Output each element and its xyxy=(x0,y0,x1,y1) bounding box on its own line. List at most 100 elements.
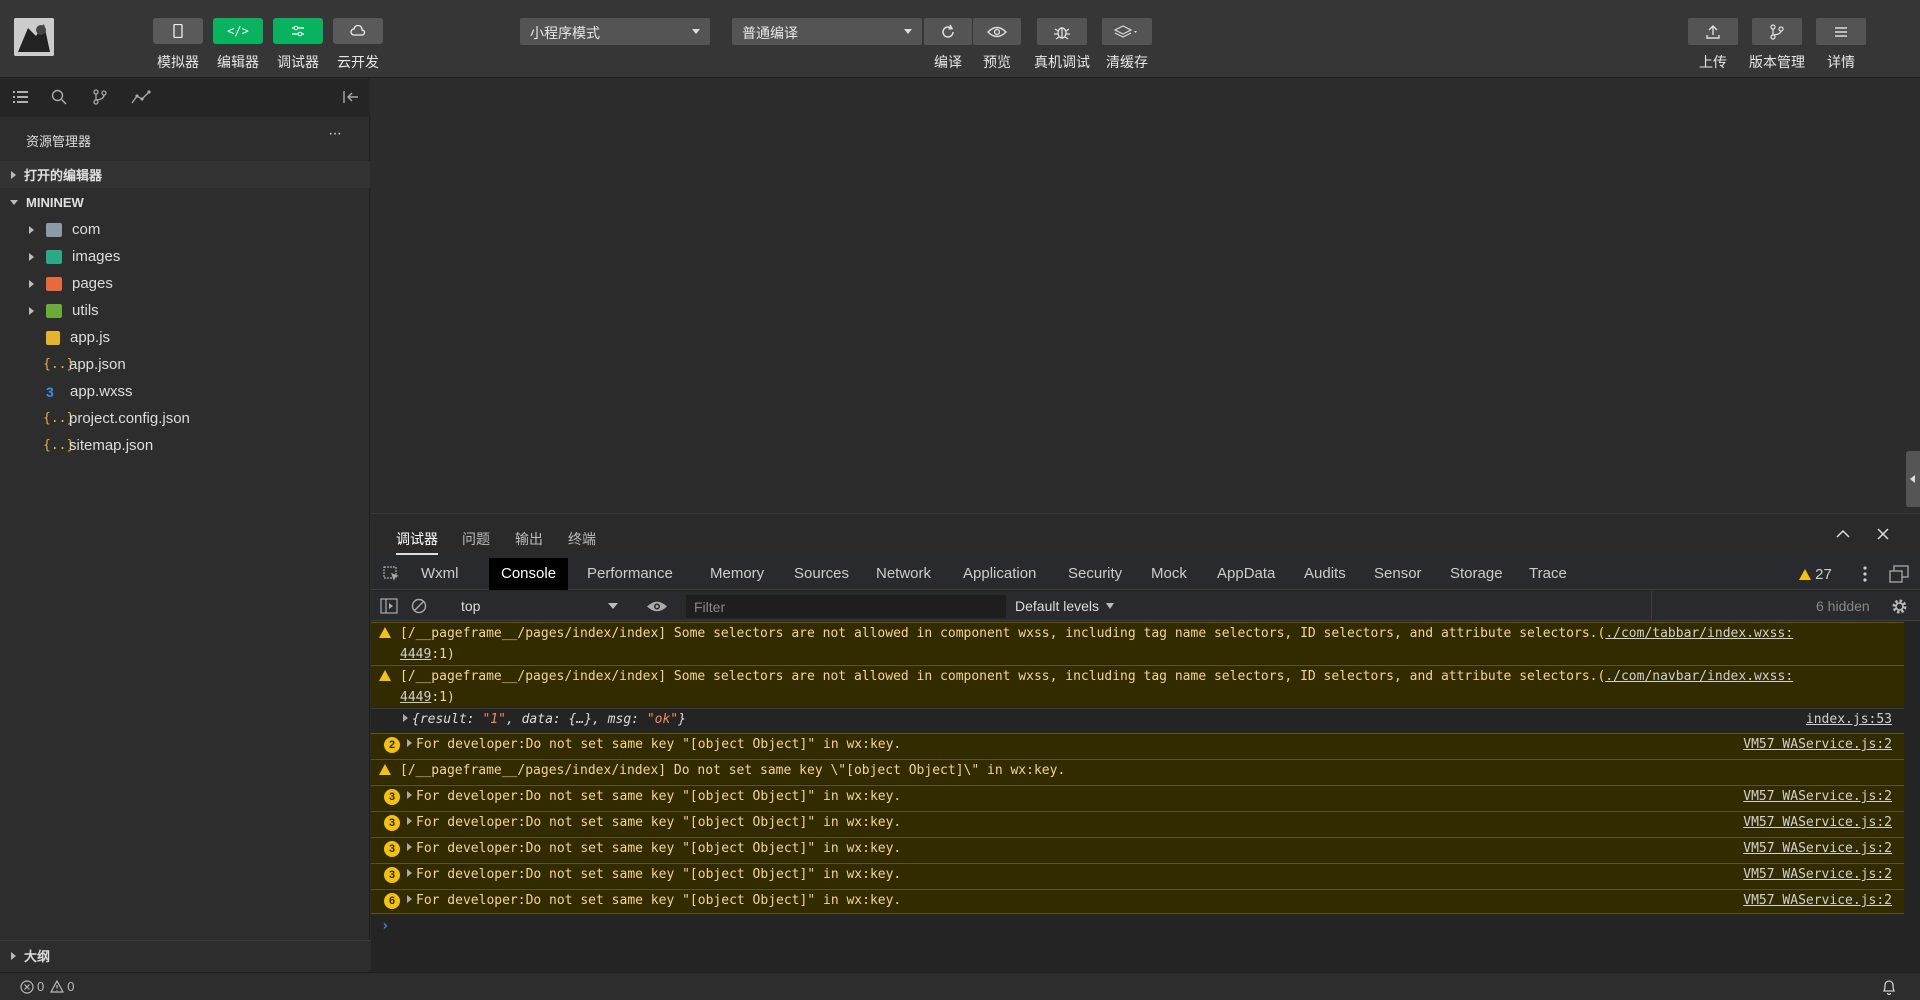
more-icon[interactable]: ··· xyxy=(328,125,342,143)
tab-problems[interactable]: 问题 xyxy=(462,529,490,549)
source-link[interactable]: ./com/tabbar/index.wxss: xyxy=(1605,626,1793,641)
tree-item-app-json[interactable]: {..} app.json xyxy=(0,351,370,378)
tab-storage[interactable]: Storage xyxy=(1438,558,1515,590)
console-prompt-icon[interactable]: › xyxy=(381,918,389,934)
undock-icon[interactable] xyxy=(1889,565,1909,583)
tree-item-app-wxss[interactable]: 3 app.wxss xyxy=(0,378,370,405)
gear-icon[interactable] xyxy=(1891,598,1908,615)
tab-mock[interactable]: Mock xyxy=(1139,558,1199,590)
search-icon[interactable] xyxy=(51,89,67,105)
console-warning[interactable]: [/__pageframe__/pages/index/index] Some … xyxy=(371,665,1904,707)
tab-appdata[interactable]: AppData xyxy=(1205,558,1287,590)
close-icon[interactable] xyxy=(1877,528,1889,540)
editor-button[interactable]: </> xyxy=(213,18,263,44)
tab-application[interactable]: Application xyxy=(951,558,1048,590)
source-link[interactable]: VM57 WAService.js:2 xyxy=(1743,838,1892,859)
project-section[interactable]: MININEW xyxy=(0,189,370,216)
chevron-down-icon[interactable] xyxy=(608,603,618,609)
console-warning-group[interactable]: 3 For developer:Do not set same key "[ob… xyxy=(371,811,1904,836)
clear-cache-button[interactable] xyxy=(1102,18,1152,45)
mode-select[interactable]: 小程序模式 xyxy=(520,18,710,45)
tab-trace[interactable]: Trace xyxy=(1517,558,1579,590)
source-link[interactable]: ./com/navbar/index.wxss: xyxy=(1605,669,1793,684)
tab-network[interactable]: Network xyxy=(864,558,943,590)
tab-console[interactable]: Console xyxy=(489,558,569,590)
tab-wxml[interactable]: Wxml xyxy=(409,558,471,590)
chevron-up-icon[interactable] xyxy=(1836,529,1850,539)
upload-button[interactable] xyxy=(1688,18,1738,45)
source-link[interactable]: VM57 WAService.js:2 xyxy=(1743,864,1892,885)
graph-icon[interactable] xyxy=(131,90,151,104)
avatar[interactable] xyxy=(14,18,54,56)
compile-button[interactable] xyxy=(924,18,972,45)
source-link[interactable]: index.js:53 xyxy=(1806,709,1892,730)
console-warning-group[interactable]: 6 For developer:Do not set same key "[ob… xyxy=(371,889,1904,914)
expand-icon[interactable] xyxy=(407,791,412,799)
preview-button[interactable] xyxy=(973,18,1021,45)
filter-input[interactable]: Filter xyxy=(686,595,1006,618)
tree-item-app-js[interactable]: app.js xyxy=(0,324,370,351)
context-select[interactable]: top xyxy=(461,598,480,614)
expand-icon[interactable] xyxy=(407,895,412,903)
list-icon[interactable] xyxy=(13,90,29,104)
tree-item-sitemap[interactable]: {..} sitemap.json xyxy=(0,432,370,459)
compile-select[interactable]: 普通编译 xyxy=(732,18,922,45)
tab-sensor[interactable]: Sensor xyxy=(1362,558,1434,590)
expand-icon[interactable] xyxy=(407,869,412,877)
kebab-menu-icon[interactable] xyxy=(1863,566,1867,582)
source-link[interactable]: VM57 WAService.js:2 xyxy=(1743,786,1892,807)
tree-item-pages[interactable]: pages xyxy=(0,270,370,297)
version-button[interactable] xyxy=(1752,18,1802,45)
message-text: For developer:Do not set same key "[obje… xyxy=(416,815,902,830)
console-log[interactable]: {result: "1", data: {…}, msg: "ok"} inde… xyxy=(371,708,1904,732)
tab-audits[interactable]: Audits xyxy=(1292,558,1358,590)
tree-item-project-config[interactable]: {..} project.config.json xyxy=(0,405,370,432)
tab-debugger[interactable]: 调试器 xyxy=(396,529,438,555)
log-levels-select[interactable]: Default levels xyxy=(1015,598,1114,614)
source-link[interactable]: VM57 WAService.js:2 xyxy=(1743,812,1892,833)
console-warning-group[interactable]: 3 For developer:Do not set same key "[ob… xyxy=(371,863,1904,888)
cloud-dev-button[interactable] xyxy=(333,18,383,44)
images-folder-icon xyxy=(46,249,62,264)
console-warning-group[interactable]: 3 For developer:Do not set same key "[ob… xyxy=(371,837,1904,862)
editor-area[interactable] xyxy=(371,79,1920,512)
console-warning[interactable]: [/__pageframe__/pages/index/index] Some … xyxy=(371,622,1904,664)
expand-icon[interactable] xyxy=(407,817,412,825)
remote-debug-button[interactable] xyxy=(1037,18,1087,45)
problems-summary[interactable]: 0 0 xyxy=(20,979,74,994)
simulator-button[interactable] xyxy=(153,18,203,44)
debugger-button[interactable] xyxy=(273,18,323,44)
source-link[interactable]: VM57 WAService.js:2 xyxy=(1743,890,1892,911)
tree-item-com[interactable]: com xyxy=(0,216,370,243)
console-warning[interactable]: [/__pageframe__/pages/index/index] Do no… xyxy=(371,759,1904,784)
details-button[interactable] xyxy=(1816,18,1866,45)
sidebar-toggle-icon[interactable] xyxy=(380,598,398,614)
source-link[interactable]: VM57 WAService.js:2 xyxy=(1743,734,1892,755)
source-link-line[interactable]: 4449 xyxy=(400,690,431,705)
collapse-sidebar-icon[interactable] xyxy=(343,90,359,104)
tab-memory[interactable]: Memory xyxy=(698,558,776,590)
console-warning-group[interactable]: 2 For developer:Do not set same key "[ob… xyxy=(371,733,1904,758)
bell-icon[interactable] xyxy=(1882,979,1896,995)
warning-counter[interactable]: 27 xyxy=(1799,566,1832,583)
expand-icon[interactable] xyxy=(407,739,412,747)
inspect-icon[interactable] xyxy=(383,566,401,582)
eye-icon[interactable] xyxy=(646,600,668,613)
console-output[interactable]: 4449:1) [/__pageframe__/pages/index/inde… xyxy=(371,622,1920,973)
tab-terminal[interactable]: 终端 xyxy=(568,529,596,549)
open-editors-section[interactable]: 打开的编辑器 xyxy=(0,161,370,188)
tab-performance[interactable]: Performance xyxy=(575,558,685,590)
tab-sources[interactable]: Sources xyxy=(782,558,861,590)
source-link-line[interactable]: 4449 xyxy=(400,647,431,662)
panel-toggle-handle[interactable] xyxy=(1906,451,1920,507)
console-warning-group[interactable]: 3 For developer:Do not set same key "[ob… xyxy=(371,785,1904,810)
expand-icon[interactable] xyxy=(403,714,408,722)
tab-output[interactable]: 输出 xyxy=(515,529,543,549)
tree-item-utils[interactable]: utils xyxy=(0,297,370,324)
clear-console-icon[interactable] xyxy=(411,598,427,614)
tab-security[interactable]: Security xyxy=(1056,558,1134,590)
tree-item-images[interactable]: images xyxy=(0,243,370,270)
outline-section[interactable]: 大纲 xyxy=(0,940,370,970)
expand-icon[interactable] xyxy=(407,843,412,851)
source-control-icon[interactable] xyxy=(93,89,107,105)
